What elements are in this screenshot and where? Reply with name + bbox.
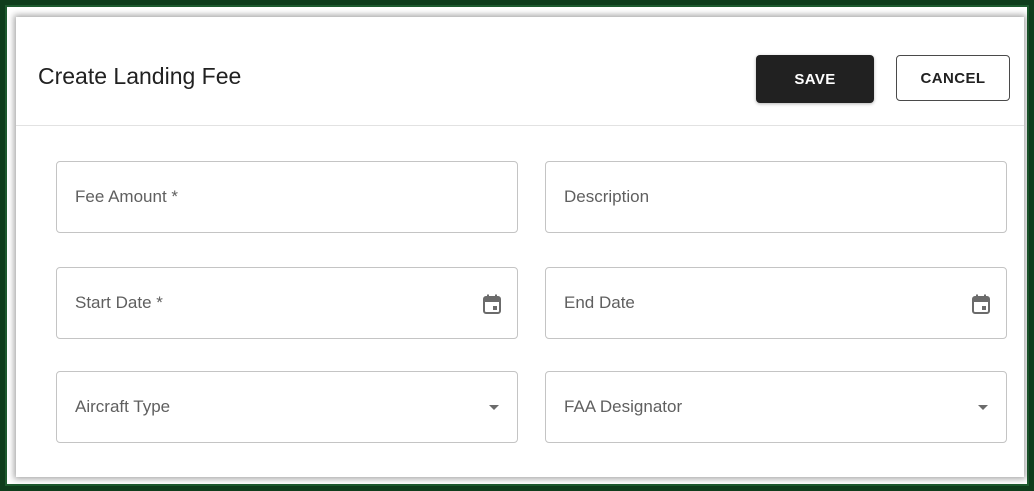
window-frame: Create Landing Fee SAVE CANCEL Fee Amoun…	[0, 0, 1034, 491]
calendar-icon[interactable]	[972, 294, 990, 314]
window-frame-inner: Create Landing Fee SAVE CANCEL Fee Amoun…	[5, 5, 1029, 486]
start-date-field[interactable]: Start Date *	[56, 267, 518, 339]
end-date-label: End Date	[564, 293, 635, 312]
faa-designator-label: FAA Designator	[564, 397, 683, 416]
description-label: Description	[564, 187, 650, 206]
dropdown-arrow-icon[interactable]	[978, 405, 988, 410]
faa-designator-select[interactable]: FAA Designator	[545, 371, 1007, 443]
description-field[interactable]: Description	[545, 161, 1007, 233]
save-button[interactable]: SAVE	[756, 55, 874, 103]
calendar-icon[interactable]	[483, 294, 501, 314]
create-landing-fee-dialog: Create Landing Fee SAVE CANCEL Fee Amoun…	[16, 17, 1024, 477]
fee-amount-field[interactable]: Fee Amount *	[56, 161, 518, 233]
dropdown-arrow-icon[interactable]	[489, 405, 499, 410]
aircraft-type-label: Aircraft Type	[75, 397, 171, 416]
dialog-title: Create Landing Fee	[38, 63, 242, 89]
start-date-label: Start Date *	[75, 293, 163, 312]
dialog-header: Create Landing Fee SAVE CANCEL	[16, 17, 1024, 126]
cancel-button[interactable]: CANCEL	[896, 55, 1010, 101]
fee-amount-label: Fee Amount *	[75, 187, 179, 206]
aircraft-type-select[interactable]: Aircraft Type	[56, 371, 518, 443]
end-date-field[interactable]: End Date	[545, 267, 1007, 339]
